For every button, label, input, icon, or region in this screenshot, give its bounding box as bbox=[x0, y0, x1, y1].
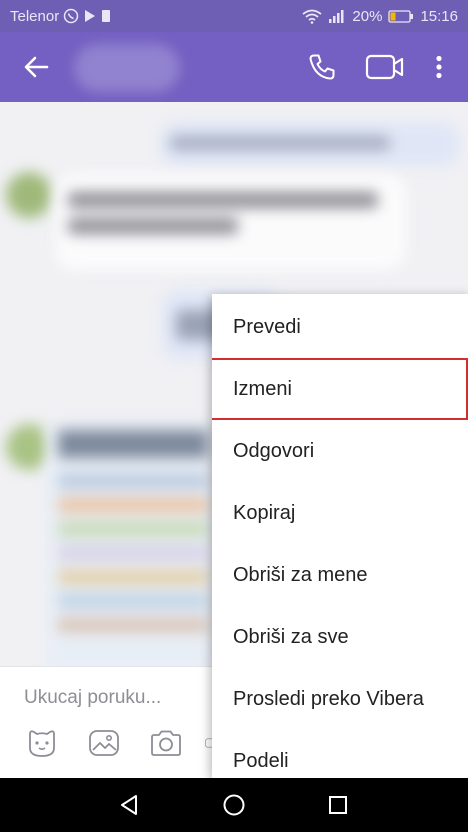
menu-item-label: Podeli bbox=[233, 749, 289, 772]
camera-button[interactable] bbox=[148, 727, 184, 759]
contact-name-blurred[interactable] bbox=[74, 44, 180, 92]
menu-item-label: Odgovori bbox=[233, 439, 315, 462]
more-options-button[interactable] bbox=[424, 50, 454, 84]
gallery-button[interactable] bbox=[86, 727, 122, 759]
nav-recents-button[interactable] bbox=[323, 790, 353, 820]
system-nav-bar bbox=[0, 778, 468, 832]
sticker-button[interactable] bbox=[24, 727, 60, 759]
call-button[interactable] bbox=[302, 50, 342, 84]
status-bar: Telenor 20% 15:16 bbox=[0, 0, 468, 32]
menu-item-label: Izmeni bbox=[233, 377, 292, 400]
message-context-menu: Prevedi Izmeni Odgovori Kopiraj Obriši z… bbox=[212, 294, 468, 778]
clock: 15:16 bbox=[420, 7, 458, 25]
carrier-name: Telenor bbox=[10, 7, 60, 25]
video-call-button[interactable] bbox=[362, 50, 408, 84]
home-circle-icon bbox=[223, 794, 245, 816]
menu-item-delete-for-me[interactable]: Obriši za mene bbox=[212, 544, 468, 606]
more-vertical-icon bbox=[436, 55, 442, 79]
menu-item-label: Kopiraj bbox=[233, 501, 296, 524]
avatar bbox=[6, 172, 52, 218]
menu-item-copy[interactable]: Kopiraj bbox=[212, 482, 468, 544]
wifi-icon bbox=[302, 9, 322, 24]
sticker-icon bbox=[29, 730, 55, 757]
play-icon bbox=[83, 9, 97, 23]
recents-square-icon bbox=[329, 796, 347, 814]
viber-icon bbox=[63, 8, 79, 24]
menu-item-label: Prosledi preko Vibera bbox=[233, 687, 424, 710]
menu-item-forward-via-viber[interactable]: Prosledi preko Vibera bbox=[212, 668, 468, 730]
phone-icon bbox=[309, 54, 335, 80]
image-message bbox=[46, 422, 216, 666]
nav-home-button[interactable] bbox=[219, 790, 249, 820]
sim-icon bbox=[101, 9, 111, 23]
menu-item-reply[interactable]: Odgovori bbox=[212, 420, 468, 482]
menu-item-delete-for-all[interactable]: Obriši za sve bbox=[212, 606, 468, 668]
battery-percent: 20% bbox=[352, 7, 383, 25]
back-triangle-icon bbox=[121, 795, 137, 815]
menu-item-share[interactable]: Podeli bbox=[212, 730, 468, 778]
camera-icon bbox=[151, 730, 181, 756]
menu-item-label: Prevedi bbox=[233, 315, 301, 338]
menu-item-label: Obriši za sve bbox=[233, 625, 349, 648]
message-bubble-outgoing bbox=[160, 122, 460, 166]
signal-icon bbox=[328, 9, 346, 23]
menu-item-label: Obriši za mene bbox=[233, 563, 368, 586]
back-arrow-icon bbox=[24, 56, 49, 78]
battery-icon bbox=[388, 9, 414, 23]
nav-back-button[interactable] bbox=[114, 790, 144, 820]
message-input[interactable]: Ukucaj poruku... bbox=[24, 687, 161, 709]
back-button[interactable] bbox=[18, 52, 54, 82]
menu-item-edit[interactable]: Izmeni bbox=[212, 358, 468, 420]
app-bar bbox=[0, 32, 468, 102]
video-camera-icon bbox=[365, 54, 404, 80]
menu-item-translate[interactable]: Prevedi bbox=[212, 296, 468, 358]
message-bubble-incoming bbox=[56, 174, 406, 270]
gallery-icon bbox=[89, 730, 119, 756]
